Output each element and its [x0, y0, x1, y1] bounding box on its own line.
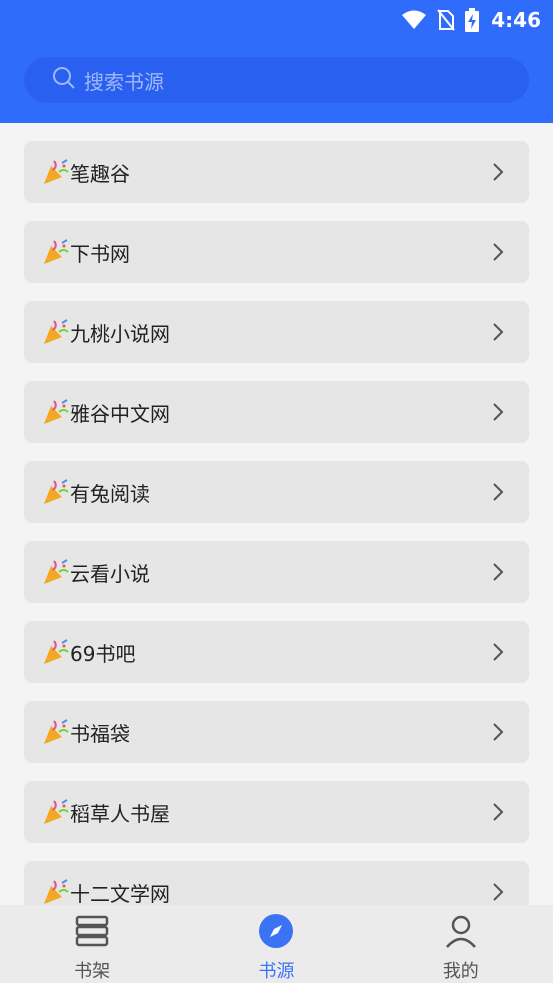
tab-label: 书源 — [258, 961, 295, 982]
source-label: 笔趣谷 — [70, 161, 130, 186]
party-popper-icon — [42, 718, 70, 746]
party-popper-icon — [42, 798, 70, 826]
source-label: 十二文学网 — [70, 881, 170, 906]
source-item[interactable]: 69书吧 — [24, 621, 529, 683]
source-item[interactable]: 笔趣谷 — [24, 141, 529, 203]
tab-book-sources[interactable]: 书源 — [184, 905, 368, 983]
source-label: 有兔阅读 — [70, 481, 150, 506]
source-item[interactable]: 云看小说 — [24, 541, 529, 603]
source-label: 云看小说 — [70, 561, 150, 586]
party-popper-icon — [42, 478, 70, 506]
search-icon — [52, 66, 76, 94]
source-item[interactable]: 稻草人书屋 — [24, 781, 529, 843]
chevron-right-icon — [491, 562, 505, 582]
source-label: 69书吧 — [70, 641, 136, 666]
status-time: 4:46 — [491, 8, 541, 32]
bookshelf-icon — [74, 913, 110, 953]
chevron-right-icon — [491, 642, 505, 662]
chevron-right-icon — [491, 482, 505, 502]
chevron-right-icon — [491, 162, 505, 182]
source-item[interactable]: 十二文学网 — [24, 861, 529, 905]
source-label: 稻草人书屋 — [70, 801, 170, 826]
party-popper-icon — [42, 878, 70, 905]
party-popper-icon — [42, 558, 70, 586]
source-list: 笔趣谷 下书网 九桃小说网 雅谷中文网 有兔阅读 云看小说 69书吧 书福袋 稻… — [24, 141, 529, 905]
chevron-right-icon — [491, 802, 505, 822]
party-popper-icon — [42, 238, 70, 266]
battery-charging-icon — [465, 8, 480, 32]
search-input[interactable]: 搜索书源 — [24, 57, 529, 103]
search-placeholder: 搜索书源 — [84, 69, 164, 94]
person-icon — [443, 913, 479, 953]
tab-label: 书架 — [74, 961, 111, 982]
source-label: 九桃小说网 — [70, 321, 170, 346]
wifi-icon — [401, 9, 427, 31]
source-label: 下书网 — [70, 241, 130, 266]
source-label: 书福袋 — [70, 721, 130, 746]
source-item[interactable]: 雅谷中文网 — [24, 381, 529, 443]
status-bar: 4:46 — [401, 6, 541, 34]
tab-label: 我的 — [442, 961, 479, 982]
source-item[interactable]: 书福袋 — [24, 701, 529, 763]
bottom-nav: 书架 书源 我的 — [0, 905, 553, 983]
source-item[interactable]: 下书网 — [24, 221, 529, 283]
source-item[interactable]: 九桃小说网 — [24, 301, 529, 363]
party-popper-icon — [42, 398, 70, 426]
chevron-right-icon — [491, 882, 505, 902]
header: 4:46 搜索书源 — [0, 0, 553, 123]
source-item[interactable]: 有兔阅读 — [24, 461, 529, 523]
chevron-right-icon — [491, 722, 505, 742]
app: 4:46 搜索书源 笔趣谷 下书网 九桃小说网 雅谷中文网 有兔阅读 云看小说 … — [0, 0, 553, 983]
chevron-right-icon — [491, 322, 505, 342]
source-label: 雅谷中文网 — [70, 401, 170, 426]
compass-icon — [258, 913, 294, 953]
party-popper-icon — [42, 158, 70, 186]
party-popper-icon — [42, 638, 70, 666]
tab-mine[interactable]: 我的 — [369, 905, 553, 983]
party-popper-icon — [42, 318, 70, 346]
tab-bookshelf[interactable]: 书架 — [0, 905, 184, 983]
no-sim-icon — [437, 8, 456, 32]
chevron-right-icon — [491, 242, 505, 262]
chevron-right-icon — [491, 402, 505, 422]
